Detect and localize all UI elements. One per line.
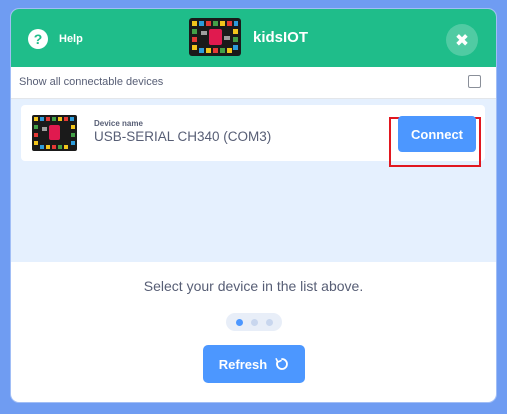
close-icon: ✖ [454, 30, 470, 50]
question-circle-icon: ? [28, 29, 48, 49]
show-all-checkbox[interactable] [468, 75, 481, 88]
step-dot-active [235, 318, 243, 326]
dialog-title: kidsIOT [189, 18, 308, 56]
connection-dialog: ? Help kidsIOT ✖ Show all connectable de… [11, 9, 496, 402]
refresh-icon [275, 358, 289, 370]
close-button[interactable]: ✖ [446, 24, 478, 56]
kidsiot-board-logo [189, 18, 241, 56]
step-dot [265, 318, 273, 326]
kidsiot-board-image [32, 115, 77, 151]
connect-button[interactable]: Connect [398, 116, 476, 152]
step-dot [250, 318, 258, 326]
step-dots [226, 313, 282, 331]
hint-text: Select your device in the list above. [143, 278, 364, 294]
dialog-title-text: kidsIOT [253, 28, 309, 46]
show-all-label: Show all connectable devices [19, 76, 164, 88]
help-button[interactable]: ? Help [28, 29, 83, 49]
device-name-label: Device name [94, 119, 143, 128]
dialog-header: ? Help kidsIOT ✖ [11, 9, 496, 67]
refresh-label: Refresh [218, 356, 268, 372]
refresh-button[interactable]: Refresh [203, 345, 305, 383]
help-label: Help [59, 33, 83, 45]
device-name-value: USB-SERIAL CH340 (COM3) [94, 129, 272, 144]
show-all-row: Show all connectable devices [11, 67, 496, 99]
